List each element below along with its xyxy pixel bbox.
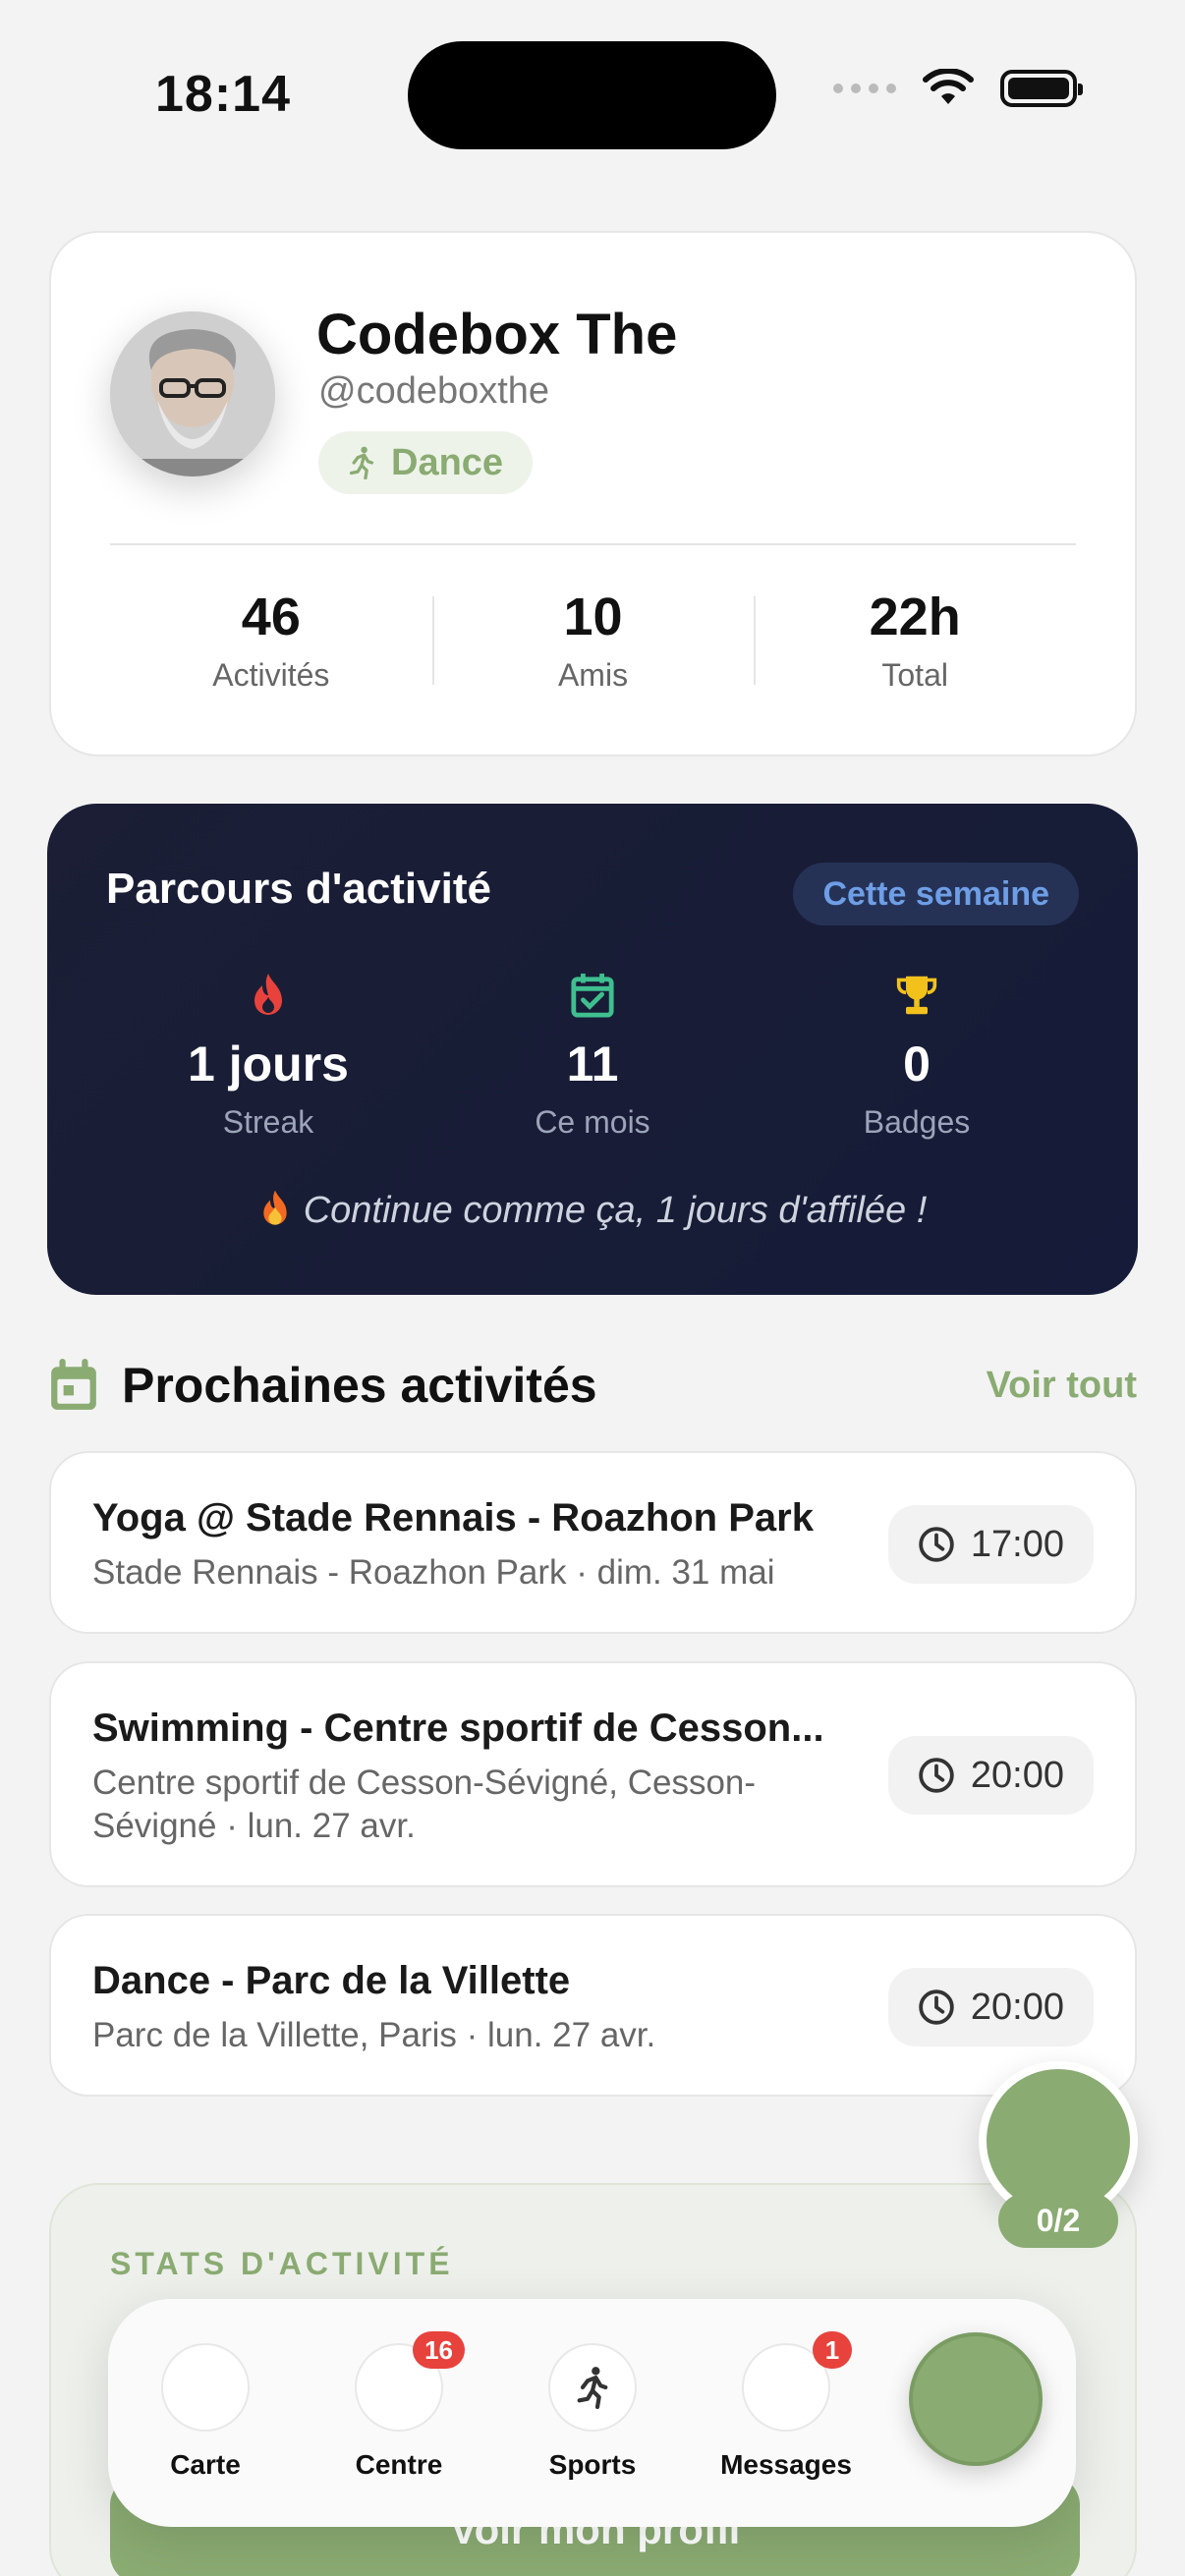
tab-sports[interactable]: Sports: [514, 2343, 671, 2481]
period-selector[interactable]: Cette semaine: [793, 863, 1079, 925]
time-pill: 20:00: [887, 1736, 1094, 1815]
activity-title: Swimming - Centre sportif de Cesson...: [92, 1707, 824, 1750]
activity-subtitle-line1: Centre sportif de Cesson-Sévigné, Cesson…: [92, 1764, 757, 1802]
runner-icon: [577, 2367, 608, 2409]
tab-icon-messages: 1: [742, 2331, 852, 2432]
bubble-count: 0/2: [998, 2193, 1118, 2248]
stat-label: Activités: [212, 657, 330, 693]
battery-icon: [1000, 70, 1083, 107]
status-icons: [833, 69, 1083, 108]
flame-icon: [263, 1190, 287, 1225]
stat-value: 10: [563, 588, 623, 646]
calendar-icon: [51, 1359, 96, 1410]
sport-pill[interactable]: Dance: [318, 431, 534, 494]
tab-label: Carte: [170, 2449, 241, 2480]
clock-icon: [919, 1527, 954, 1562]
tab-icon-sports: [548, 2343, 637, 2432]
activity-journey-card: Parcours d'activité Cette semaine 1 jour…: [47, 804, 1138, 1295]
stat-label: Amis: [557, 657, 629, 693]
streak-stat: 1 jours Streak: [106, 971, 430, 1141]
activity-time: 17:00: [970, 1523, 1064, 1565]
activity-subtitle-line2: Sévigné · lun. 27 avr.: [92, 1807, 416, 1845]
tab-bar: Carte 16 Centre Sports 1 Messages: [108, 2299, 1076, 2527]
sport-label: Dance: [391, 441, 504, 483]
trophy-icon: [896, 976, 937, 1015]
tab-label: Messages: [720, 2449, 852, 2480]
avatar[interactable]: [110, 311, 275, 476]
profile-name: Codebox The: [316, 303, 678, 366]
wifi-icon: [923, 69, 974, 104]
activity-time: 20:00: [970, 1754, 1064, 1796]
notification-badge: 1: [813, 2331, 852, 2369]
clock-icon: [919, 1989, 954, 2025]
journey-title: Parcours d'activité: [106, 865, 491, 913]
stat-activities[interactable]: 46 Activités: [110, 587, 432, 724]
dynamic-island: [408, 41, 776, 149]
activity-subtitle: Stade Rennais - Roazhon Park · dim. 31 m…: [92, 1553, 775, 1592]
upcoming-header: Prochaines activités Voir tout: [49, 1351, 1137, 1420]
action-button[interactable]: [909, 2332, 1043, 2466]
stats-card-label: STATS D'ACTIVITÉ: [110, 2246, 454, 2281]
stat-value: 46: [241, 588, 301, 646]
streak-label: Streak: [222, 1104, 314, 1140]
profile-stats: 46 Activités 10 Amis 22h Total: [110, 587, 1076, 724]
flame-icon: [254, 974, 282, 1015]
tab-carte[interactable]: Carte: [127, 2343, 284, 2481]
clock-icon: [919, 1758, 954, 1793]
badges-value: 0: [903, 1036, 931, 1092]
stat-friends[interactable]: 10 Amis: [431, 587, 755, 724]
calendar-check-icon: [571, 973, 614, 1018]
stat-value: 22h: [869, 588, 961, 646]
streak-message: Continue comme ça, 1 jours d'affilée !: [47, 1189, 1138, 1232]
tab-icon-centre: 16: [355, 2331, 465, 2432]
stat-total[interactable]: 22h Total: [754, 587, 1076, 724]
streak-message-text: Continue comme ça, 1 jours d'affilée !: [303, 1190, 928, 1231]
activity-title: Yoga @ Stade Rennais - Roazhon Park: [92, 1496, 814, 1540]
runner-icon: [349, 446, 374, 479]
journey-stats: 1 jours Streak 11 Ce mois 0 Badges: [106, 971, 1079, 1141]
status-time: 18:14: [155, 66, 291, 123]
see-all-link[interactable]: Voir tout: [987, 1365, 1137, 1407]
month-value: 11: [566, 1036, 619, 1092]
profile-handle: @codeboxthe: [318, 370, 550, 412]
notification-badge: 16: [413, 2331, 465, 2369]
month-label: Ce mois: [535, 1104, 650, 1140]
activity-title: Dance - Parc de la Villette: [92, 1959, 571, 2002]
divider: [110, 543, 1076, 545]
stat-label: Total: [881, 657, 948, 693]
tab-centre[interactable]: 16 Centre: [320, 2331, 478, 2481]
time-pill: 17:00: [887, 1505, 1094, 1584]
section-title: Prochaines activités: [122, 1358, 597, 1413]
activity-time: 20:00: [970, 1986, 1064, 2028]
badges-stat: 0 Badges: [755, 971, 1079, 1141]
tab-messages[interactable]: 1 Messages: [707, 2331, 865, 2481]
tab-icon-carte: [161, 2343, 250, 2432]
activity-card[interactable]: Swimming - Centre sportif de Cesson... C…: [49, 1661, 1137, 1887]
activity-card[interactable]: Dance - Parc de la Villette Parc de la V…: [49, 1914, 1137, 2097]
profile-card: Codebox The @codeboxthe Dance 46 Activit…: [49, 231, 1137, 756]
badges-label: Badges: [863, 1104, 971, 1140]
signal-dots-icon: [833, 84, 896, 93]
activity-subtitle: Parc de la Villette, Paris · lun. 27 avr…: [92, 2016, 656, 2054]
month-stat: 11 Ce mois: [430, 971, 755, 1141]
activity-card[interactable]: Yoga @ Stade Rennais - Roazhon Park Stad…: [49, 1451, 1137, 1634]
tab-label: Sports: [548, 2449, 637, 2480]
time-pill: 20:00: [887, 1968, 1094, 2046]
tab-label: Centre: [355, 2449, 443, 2480]
streak-value: 1 jours: [188, 1036, 349, 1092]
